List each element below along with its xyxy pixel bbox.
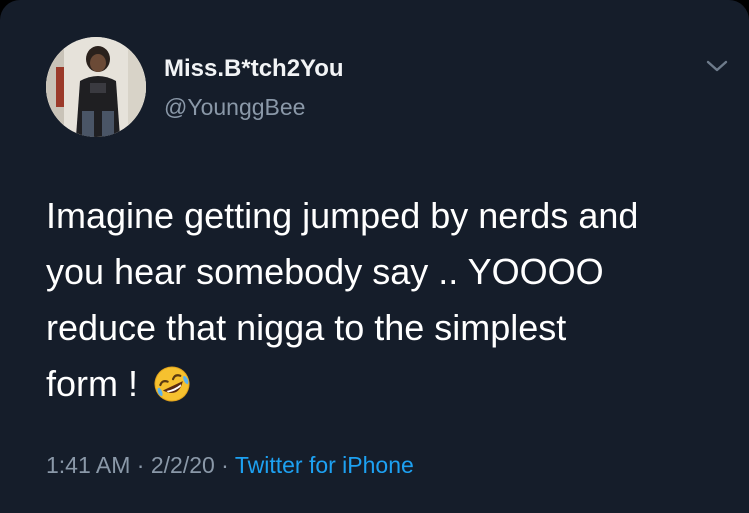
tweet-text-line: you hear somebody say .. YOOOO: [46, 251, 604, 292]
avatar-photo: [46, 37, 146, 137]
user-handle[interactable]: @YounggBee: [164, 94, 305, 121]
tweet-card: Miss.B*tch2You @YounggBee Imagine gettin…: [0, 0, 749, 513]
meta-separator: ·: [130, 452, 151, 478]
tweet-source-link[interactable]: Twitter for iPhone: [235, 452, 414, 478]
tweet-text-fragment: form !: [46, 363, 139, 404]
tweet-text-line-last: form !: [46, 356, 726, 412]
chevron-down-icon[interactable]: [705, 56, 729, 76]
meta-separator: ·: [214, 452, 235, 478]
tweet-date[interactable]: 2/2/20: [151, 452, 215, 478]
tweet-time[interactable]: 1:41 AM: [46, 452, 130, 478]
display-name[interactable]: Miss.B*tch2You: [164, 55, 344, 83]
tweet-text-line: Imagine getting jumped by nerds and: [46, 195, 639, 236]
laughing-emoji-icon: [152, 364, 192, 404]
tweet-metadata: 1:41 AM · 2/2/20 · Twitter for iPhone: [46, 452, 414, 479]
tweet-text-line: reduce that nigga to the simplest: [46, 307, 567, 348]
avatar[interactable]: [46, 37, 146, 137]
tweet-text: Imagine getting jumped by nerds and you …: [46, 188, 726, 412]
